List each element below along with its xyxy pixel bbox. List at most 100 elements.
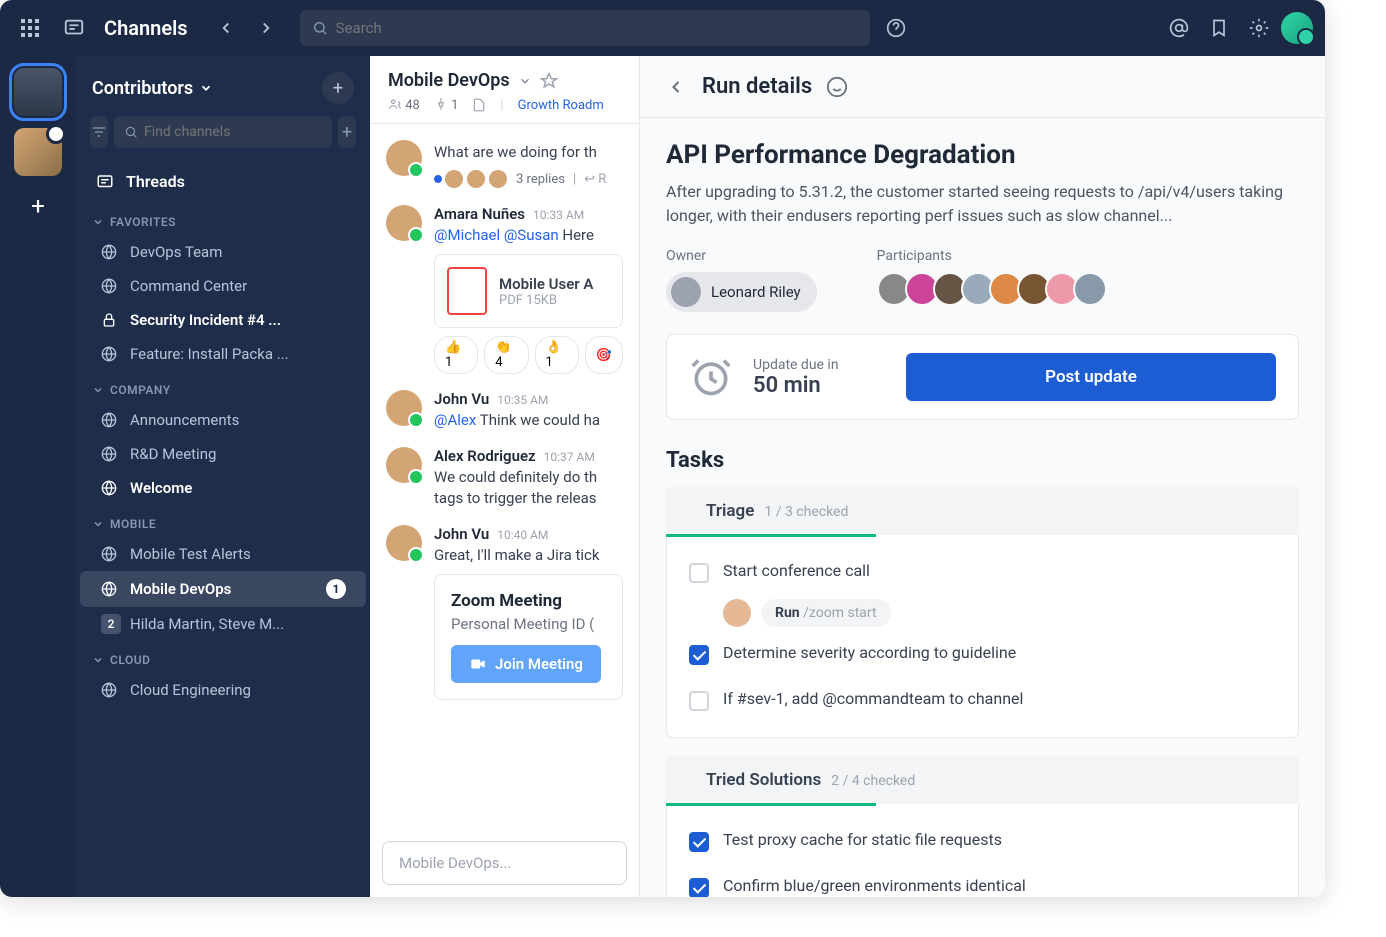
run-command[interactable]: Run /zoom start xyxy=(761,599,891,627)
message: John Vu10:40 AMGreat, I'll make a Jira t… xyxy=(370,517,639,708)
add-workspace[interactable]: + xyxy=(20,188,56,224)
panel-title: Run details xyxy=(702,74,812,99)
lock-icon xyxy=(100,311,118,329)
threads-icon xyxy=(96,173,114,191)
mention[interactable]: @Alex xyxy=(434,411,476,429)
workspace-2[interactable] xyxy=(14,128,62,176)
message-author[interactable]: John Vu xyxy=(434,390,489,408)
threads-item[interactable]: Threads xyxy=(76,160,370,203)
emoji-icon[interactable] xyxy=(826,76,848,98)
task-checkbox[interactable] xyxy=(689,878,709,897)
star-icon[interactable] xyxy=(540,72,558,90)
nav-back-button[interactable] xyxy=(208,10,244,46)
task-checkbox[interactable] xyxy=(689,645,709,665)
task-section-header[interactable]: Triage1 / 3 checked xyxy=(666,487,1299,535)
mention[interactable]: @Susan xyxy=(504,226,559,244)
globe-icon xyxy=(100,580,118,598)
message-author[interactable]: John Vu xyxy=(434,525,489,543)
team-switcher[interactable]: Contributors xyxy=(92,78,213,99)
channel-item[interactable]: R&D Meeting xyxy=(80,437,366,471)
search-icon xyxy=(124,125,138,139)
reaction[interactable]: 👏 4 xyxy=(484,336,528,374)
clock-icon xyxy=(689,355,733,399)
task-checkbox[interactable] xyxy=(689,691,709,711)
globe-icon xyxy=(100,243,118,261)
header-link[interactable]: Growth Roadm xyxy=(518,98,604,113)
member-count[interactable]: 48 xyxy=(388,97,420,113)
section-cloud[interactable]: CLOUD xyxy=(76,641,370,673)
message-composer[interactable]: Mobile DevOps... xyxy=(382,841,627,885)
channel-item[interactable]: Mobile Test Alerts xyxy=(80,537,366,571)
workspace-1[interactable] xyxy=(14,68,62,116)
channel-item[interactable]: 2Hilda Martin, Steve M... xyxy=(80,607,366,641)
avatar[interactable] xyxy=(386,140,422,176)
attachment[interactable]: Mobile User APDF 15KB xyxy=(434,254,623,328)
nav-forward-button[interactable] xyxy=(248,10,284,46)
mention[interactable]: @Michael xyxy=(434,226,500,244)
find-channels[interactable] xyxy=(114,116,332,148)
saved-icon[interactable] xyxy=(1201,10,1237,46)
channel-item[interactable]: Command Center xyxy=(80,269,366,303)
files-icon[interactable] xyxy=(472,98,486,112)
mentions-icon[interactable] xyxy=(1161,10,1197,46)
channel-item[interactable]: Cloud Engineering xyxy=(80,673,366,707)
chevron-down-icon[interactable] xyxy=(518,74,532,88)
message-author[interactable]: Amara Nuñes xyxy=(434,205,525,223)
chevron-down-icon xyxy=(199,81,213,95)
app-grid-icon[interactable] xyxy=(12,10,48,46)
channels-icon xyxy=(56,10,92,46)
pinned-count[interactable]: 1 xyxy=(434,97,459,113)
message: Amara Nuñes10:33 AM@Michael @Susan HereM… xyxy=(370,197,639,382)
global-search[interactable] xyxy=(300,10,870,46)
reaction[interactable]: 🎯 xyxy=(585,336,623,374)
participant-avatar[interactable] xyxy=(1073,272,1107,306)
section-company[interactable]: COMPANY xyxy=(76,371,370,403)
channel-item[interactable]: Announcements xyxy=(80,403,366,437)
channel-item[interactable]: Security Incident #4 ... xyxy=(80,303,366,337)
add-button[interactable]: + xyxy=(338,116,356,148)
message-text: What are we doing for th xyxy=(434,142,623,163)
channel-item[interactable]: Mobile DevOps1 xyxy=(80,571,366,607)
channel-item[interactable]: DevOps Team xyxy=(80,235,366,269)
run-description: After upgrading to 5.31.2, the customer … xyxy=(666,180,1299,228)
join-meeting-button[interactable]: Join Meeting xyxy=(451,645,601,683)
section-favorites[interactable]: FAVORITES xyxy=(76,203,370,235)
back-button[interactable] xyxy=(664,75,688,99)
channel-item[interactable]: Welcome xyxy=(80,471,366,505)
avatar[interactable] xyxy=(386,390,422,426)
new-channel-button[interactable]: + xyxy=(322,72,354,104)
channel-title[interactable]: Mobile DevOps xyxy=(388,70,510,91)
user-avatar[interactable] xyxy=(1281,12,1313,44)
avatar[interactable] xyxy=(386,525,422,561)
task-section-header[interactable]: Tried Solutions2 / 4 checked xyxy=(666,756,1299,804)
task-label: Determine severity according to guidelin… xyxy=(723,643,1016,662)
task-checkbox[interactable] xyxy=(689,832,709,852)
avatar[interactable] xyxy=(386,447,422,483)
task-item: Confirm blue/green environments identica… xyxy=(667,864,1298,897)
owner-chip[interactable]: Leonard Riley xyxy=(666,272,817,312)
task-item: Determine severity according to guidelin… xyxy=(667,631,1298,677)
channel-item[interactable]: Feature: Install Packa ... xyxy=(80,337,366,371)
filter-button[interactable] xyxy=(90,116,108,148)
find-channels-input[interactable] xyxy=(144,124,322,140)
avatar[interactable] xyxy=(386,205,422,241)
message-author[interactable]: Alex Rodriguez xyxy=(434,447,536,465)
settings-icon[interactable] xyxy=(1241,10,1277,46)
help-icon[interactable] xyxy=(878,10,914,46)
post-update-button[interactable]: Post update xyxy=(906,353,1276,401)
task-item: Start conference call xyxy=(667,549,1298,595)
owner-label: Owner xyxy=(666,248,817,264)
channels-label: Channels xyxy=(104,16,188,40)
reaction[interactable]: 👍 1 xyxy=(434,336,478,374)
thread-preview[interactable]: 3 replies|↩ R xyxy=(434,169,623,189)
globe-icon xyxy=(100,345,118,363)
message-time: 10:35 AM xyxy=(497,393,548,407)
search-input[interactable] xyxy=(336,19,858,37)
task-item: Test proxy cache for static file request… xyxy=(667,818,1298,864)
participants-list[interactable] xyxy=(877,272,1107,306)
section-mobile[interactable]: MOBILE xyxy=(76,505,370,537)
message-text: We could definitely do th tags to trigge… xyxy=(434,467,623,509)
reaction[interactable]: 👌 1 xyxy=(535,336,579,374)
message-text: @Michael @Susan Here xyxy=(434,225,623,246)
task-checkbox[interactable] xyxy=(689,563,709,583)
